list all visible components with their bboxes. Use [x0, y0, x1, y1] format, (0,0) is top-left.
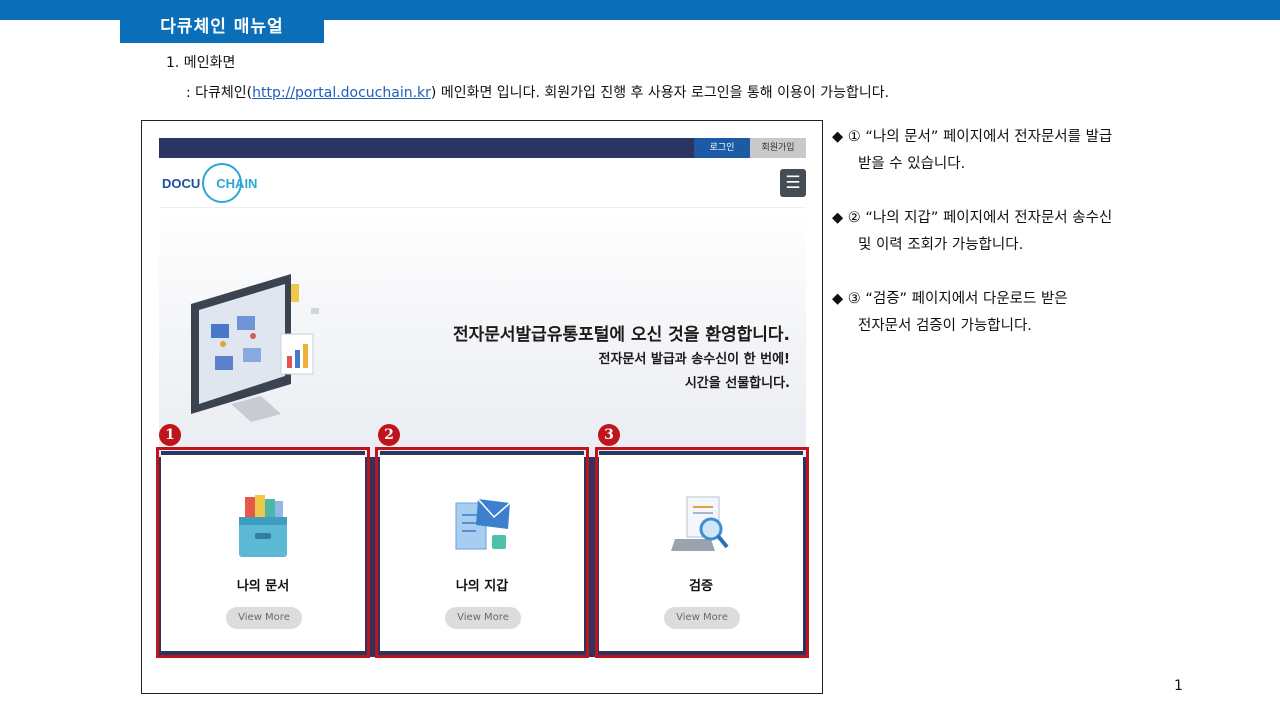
- docuchain-logo[interactable]: DOCU CHAIN: [162, 163, 263, 203]
- office-illustration-icon: [191, 274, 319, 422]
- explanation-list: ◆ ① “나의 문서” 페이지에서 전자문서를 발급받을 수 있습니다. ◆ ②…: [832, 124, 1152, 367]
- explanation-1-line1: ◆ ① “나의 문서” 페이지에서 전자문서를 발급: [832, 129, 1113, 145]
- callout-number-1: 1: [159, 424, 181, 446]
- explanation-3-line2: 전자문서 검증이 가능합니다.: [858, 318, 1032, 334]
- hero-subtitle-2: 시간을 선물합니다.: [684, 376, 790, 391]
- callout-number-3: 3: [598, 424, 620, 446]
- callout-number-2: 2: [378, 424, 400, 446]
- screenshot-frame: 로그인 회원가입 DOCU CHAIN ☰ 전자문서발급유통포털에 오신 것을 …: [141, 120, 823, 694]
- section-heading: 1. 메인화면: [166, 55, 236, 71]
- explanation-3-line1: ◆ ③ “검증” 페이지에서 다운로드 받은: [832, 291, 1068, 307]
- site-top-bar: 로그인 회원가입: [159, 138, 806, 158]
- explanation-1-line2: 받을 수 있습니다.: [858, 156, 966, 172]
- login-button[interactable]: 로그인: [694, 138, 750, 158]
- highlight-box-2: [375, 447, 589, 658]
- explanation-item-2: ◆ ② “나의 지갑” 페이지에서 전자문서 송수신및 이력 조회가 가능합니다…: [832, 205, 1152, 259]
- hero-banner: 전자문서발급유통포털에 오신 것을 환영합니다. 전자문서 발급과 송수신이 한…: [159, 207, 806, 458]
- highlight-box-1: [156, 447, 370, 658]
- page-number: 1: [1174, 678, 1183, 694]
- document-title: 다큐체인 매뉴얼: [120, 11, 324, 43]
- desc-prefix: : 다큐체인(: [186, 85, 253, 101]
- hero-subtitle-1: 전자문서 발급과 송수신이 한 번에!: [598, 352, 790, 367]
- desc-suffix: ) 메인화면 입니다. 회원가입 진행 후 사용자 로그인을 통해 이용이 가능…: [430, 85, 890, 101]
- logo-docu-text: DOCU: [162, 175, 201, 191]
- hero-title: 전자문서발급유통포털에 오신 것을 환영합니다.: [452, 325, 790, 345]
- signup-button[interactable]: 회원가입: [750, 138, 806, 158]
- portal-link[interactable]: http://portal.docuchain.kr: [252, 85, 431, 101]
- explanation-2-line1: ◆ ② “나의 지갑” 페이지에서 전자문서 송수신: [832, 210, 1113, 226]
- explanation-item-3: ◆ ③ “검증” 페이지에서 다운로드 받은전자문서 검증이 가능합니다.: [832, 286, 1152, 340]
- logo-chain-text: CHAIN: [216, 175, 258, 191]
- explanation-item-1: ◆ ① “나의 문서” 페이지에서 전자문서를 발급받을 수 있습니다.: [832, 124, 1152, 178]
- section-description: : 다큐체인(http://portal.docuchain.kr) 메인화면 …: [186, 82, 889, 102]
- highlight-box-3: [595, 447, 809, 658]
- explanation-2-line2: 및 이력 조회가 가능합니다.: [858, 237, 1024, 253]
- hamburger-menu-icon[interactable]: ☰: [780, 169, 806, 197]
